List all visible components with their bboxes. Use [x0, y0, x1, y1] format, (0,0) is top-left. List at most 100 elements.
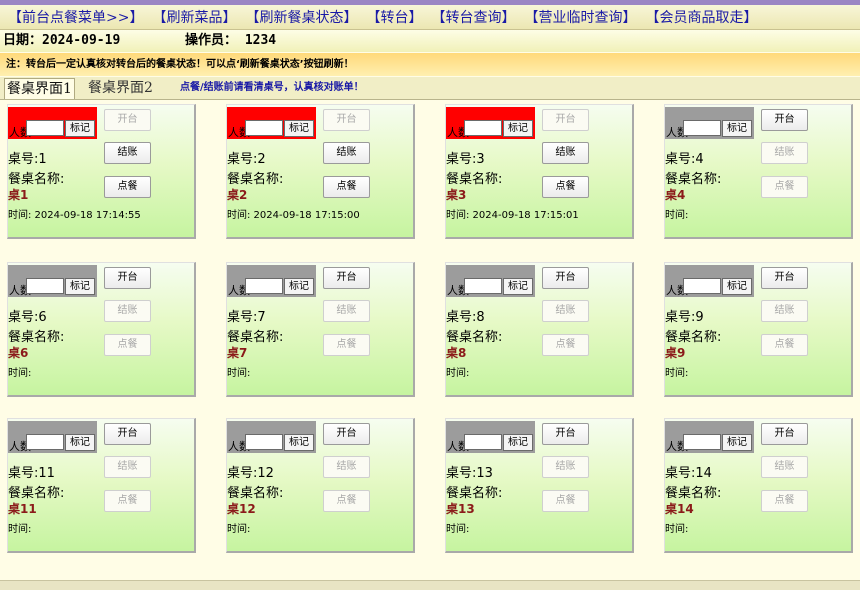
table-number: 桌号:7 — [227, 310, 266, 325]
checkout-button[interactable]: 结账 — [104, 142, 151, 164]
menu-refresh-dishes[interactable]: 【刷新菜品】 — [152, 7, 236, 27]
order-button[interactable]: 点餐 — [104, 334, 151, 356]
checkout-button[interactable]: 结账 — [323, 142, 370, 164]
menu-front-order[interactable]: 【前台点餐菜单>>】 — [8, 7, 143, 27]
table-name: 桌9 — [665, 346, 686, 360]
order-button[interactable]: 点餐 — [542, 176, 589, 198]
menu-business-query[interactable]: 【营业临时查询】 — [524, 7, 636, 27]
table-time: 时间: — [8, 368, 32, 379]
mark-button[interactable]: 标记 — [503, 120, 533, 137]
checkout-button[interactable]: 结账 — [104, 300, 151, 322]
table-time: 时间: — [665, 524, 689, 535]
table-name: 桌11 — [8, 502, 37, 516]
table-status-header: 人数 标记 — [227, 421, 316, 453]
checkout-button[interactable]: 结账 — [761, 300, 808, 322]
open-table-button[interactable]: 开台 — [542, 109, 589, 131]
mark-button[interactable]: 标记 — [284, 278, 314, 295]
menu-member-goods[interactable]: 【会员商品取走】 — [645, 7, 757, 27]
table-status-header: 人数 标记 — [665, 107, 754, 139]
checkout-button[interactable]: 结账 — [104, 456, 151, 478]
open-table-button[interactable]: 开台 — [542, 423, 589, 445]
table-name-label: 餐桌名称: — [227, 172, 284, 187]
open-table-button[interactable]: 开台 — [761, 423, 808, 445]
table-time: 时间: 2024-09-18 17:15:01 — [446, 210, 579, 221]
table-status-header: 人数 标记 — [665, 265, 754, 297]
open-table-button[interactable]: 开台 — [323, 267, 370, 289]
table-number: 桌号:9 — [665, 310, 704, 325]
mark-button[interactable]: 标记 — [284, 434, 314, 451]
order-button[interactable]: 点餐 — [104, 490, 151, 512]
order-button[interactable]: 点餐 — [761, 490, 808, 512]
tab-table-view-2[interactable]: 餐桌界面2 — [86, 78, 155, 98]
open-table-button[interactable]: 开台 — [104, 267, 151, 289]
order-button[interactable]: 点餐 — [323, 176, 370, 198]
people-count-input[interactable] — [683, 278, 721, 294]
table-time: 时间: 2024-09-18 17:14:55 — [8, 210, 141, 221]
mark-button[interactable]: 标记 — [65, 434, 95, 451]
table-time: 时间: — [446, 368, 470, 379]
people-count-input[interactable] — [245, 278, 283, 294]
table-card: 人数 标记 开台 结账 点餐 桌号:8 餐桌名称: 桌8 时间: — [445, 262, 634, 397]
table-card: 人数 标记 开台 结账 点餐 桌号:3 餐桌名称: 桌3 时间: 2024-09-18 17:1… — [445, 104, 634, 239]
checkout-button[interactable]: 结账 — [323, 300, 370, 322]
order-button[interactable]: 点餐 — [761, 176, 808, 198]
people-count-input[interactable] — [464, 434, 502, 450]
open-table-button[interactable]: 开台 — [761, 267, 808, 289]
checkout-button[interactable]: 结账 — [542, 456, 589, 478]
menu-transfer-table[interactable]: 【转台】 — [366, 7, 422, 27]
open-table-button[interactable]: 开台 — [761, 109, 808, 131]
table-name: 桌13 — [446, 502, 475, 516]
checkout-button[interactable]: 结账 — [542, 142, 589, 164]
order-button[interactable]: 点餐 — [323, 334, 370, 356]
people-count-input[interactable] — [464, 120, 502, 136]
tab-hint-text: 点餐/结账前请看清桌号，认真核对账单！ — [180, 82, 364, 93]
table-card: 人数 标记 开台 结账 点餐 桌号:14 餐桌名称: 桌14 时间: — [664, 418, 853, 553]
table-time: 时间: — [665, 368, 689, 379]
table-name-label: 餐桌名称: — [8, 172, 65, 187]
mark-button[interactable]: 标记 — [503, 434, 533, 451]
open-table-button[interactable]: 开台 — [104, 109, 151, 131]
table-status-header: 人数 标记 — [8, 265, 97, 297]
tab-strip: 餐桌界面1 餐桌界面2 点餐/结账前请看清桌号，认真核对账单！ — [0, 77, 860, 100]
people-count-input[interactable] — [26, 120, 64, 136]
order-button[interactable]: 点餐 — [104, 176, 151, 198]
mark-button[interactable]: 标记 — [503, 278, 533, 295]
checkout-button[interactable]: 结账 — [542, 300, 589, 322]
table-status-header: 人数 标记 — [446, 421, 535, 453]
checkout-button[interactable]: 结账 — [323, 456, 370, 478]
table-name-label: 餐桌名称: — [665, 486, 722, 501]
menu-transfer-query[interactable]: 【转台查询】 — [431, 7, 515, 27]
people-count-input[interactable] — [464, 278, 502, 294]
mark-button[interactable]: 标记 — [722, 120, 752, 137]
people-count-input[interactable] — [683, 434, 721, 450]
people-count-input[interactable] — [683, 120, 721, 136]
operator-label: 操作员： 1234 — [185, 33, 277, 48]
mark-button[interactable]: 标记 — [722, 278, 752, 295]
mark-button[interactable]: 标记 — [284, 120, 314, 137]
checkout-button[interactable]: 结账 — [761, 142, 808, 164]
order-button[interactable]: 点餐 — [542, 490, 589, 512]
people-count-input[interactable] — [245, 120, 283, 136]
menu-refresh-table-status[interactable]: 【刷新餐桌状态】 — [245, 7, 357, 27]
tab-table-view-1[interactable]: 餐桌界面1 — [4, 78, 75, 99]
open-table-button[interactable]: 开台 — [104, 423, 151, 445]
table-time: 时间: 2024-09-18 17:15:00 — [227, 210, 360, 221]
mark-button[interactable]: 标记 — [65, 120, 95, 137]
open-table-button[interactable]: 开台 — [323, 423, 370, 445]
people-count-input[interactable] — [245, 434, 283, 450]
open-table-button[interactable]: 开台 — [323, 109, 370, 131]
people-count-input[interactable] — [26, 278, 64, 294]
table-name-label: 餐桌名称: — [446, 330, 503, 345]
checkout-button[interactable]: 结账 — [761, 456, 808, 478]
mark-button[interactable]: 标记 — [722, 434, 752, 451]
table-time: 时间: — [446, 524, 470, 535]
table-number: 桌号:8 — [446, 310, 485, 325]
mark-button[interactable]: 标记 — [65, 278, 95, 295]
order-button[interactable]: 点餐 — [542, 334, 589, 356]
table-card: 人数 标记 开台 结账 点餐 桌号:9 餐桌名称: 桌9 时间: — [664, 262, 853, 397]
order-button[interactable]: 点餐 — [761, 334, 808, 356]
table-card: 人数 标记 开台 结账 点餐 桌号:4 餐桌名称: 桌4 时间: — [664, 104, 853, 239]
open-table-button[interactable]: 开台 — [542, 267, 589, 289]
order-button[interactable]: 点餐 — [323, 490, 370, 512]
people-count-input[interactable] — [26, 434, 64, 450]
